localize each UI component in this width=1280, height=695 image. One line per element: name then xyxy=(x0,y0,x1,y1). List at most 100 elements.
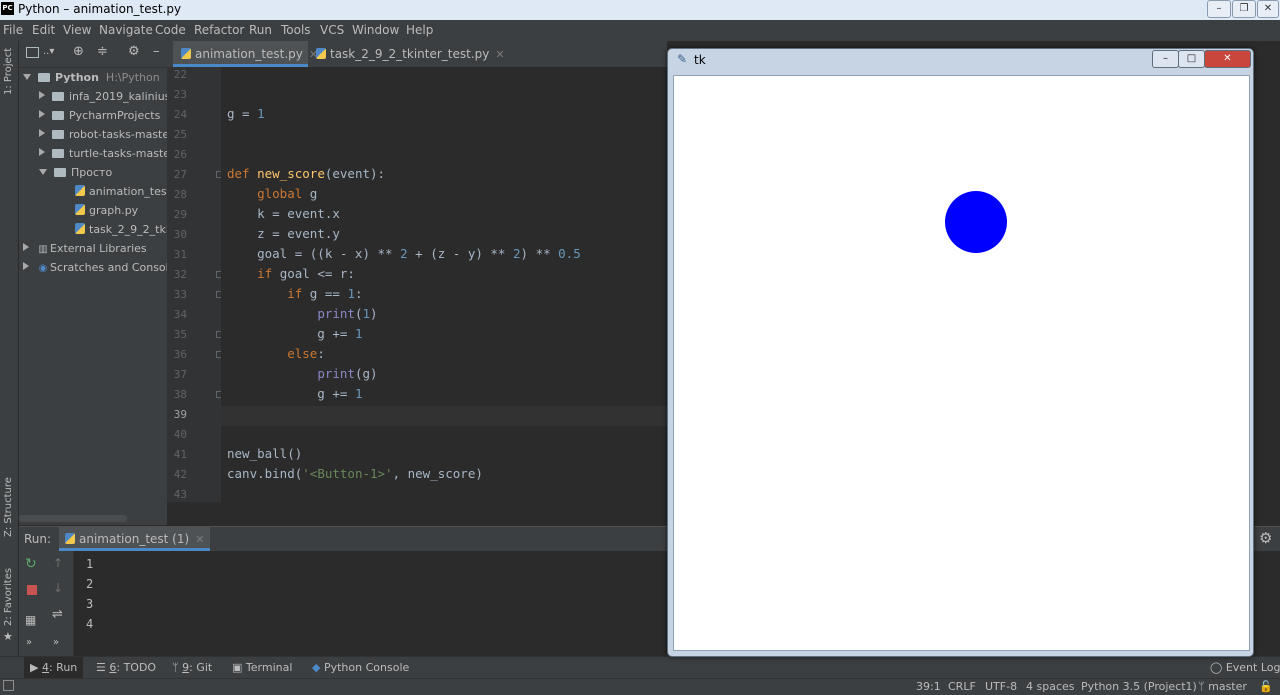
fold-marker-icon[interactable] xyxy=(216,271,221,278)
stop-icon[interactable] xyxy=(27,585,37,595)
editor-tab-bar: animation_test.py ✕ task_2_9_2_tkinter_te… xyxy=(167,41,667,68)
layout-toggle-icon[interactable] xyxy=(3,680,14,691)
up-arrow-icon[interactable]: ↑ xyxy=(53,556,63,570)
project-view-icon[interactable] xyxy=(26,47,39,58)
tree-item[interactable]: Просто xyxy=(39,163,112,182)
output-line: 4 xyxy=(86,617,94,631)
close-tab-icon[interactable]: ✕ xyxy=(195,533,204,546)
line-separator[interactable]: CRLF xyxy=(948,680,976,693)
output-line: 2 xyxy=(86,577,94,591)
code-line-29: k = event.x xyxy=(227,206,340,221)
menu-window[interactable]: Window xyxy=(352,23,399,37)
fold-marker-icon[interactable] xyxy=(216,291,221,298)
menu-edit[interactable]: Edit xyxy=(32,23,55,37)
code-lines[interactable]: g = 1 def new_score(event): global g k =… xyxy=(221,67,667,502)
tree-item[interactable]: infa_2019_kaliniusk xyxy=(39,87,167,106)
python-console-icon: ◆ xyxy=(312,661,321,674)
python-file-icon xyxy=(65,533,75,544)
soft-wrap-icon[interactable]: ⇌ xyxy=(52,607,63,622)
close-tab-icon[interactable]: ✕ xyxy=(495,48,504,61)
project-scrollbar[interactable] xyxy=(19,515,127,522)
project-toolbar: ..▾ ⊕ ≑ ⚙ – xyxy=(19,41,167,68)
event-log-icon: ◯ xyxy=(1210,661,1223,674)
menu-help[interactable]: Help xyxy=(406,23,433,37)
python-interpreter[interactable]: Python 3.5 (Project1) xyxy=(1081,680,1197,693)
tk-maximize-button[interactable]: □ xyxy=(1178,50,1205,68)
tab-task-tkinter[interactable]: task_2_9_2_tkinter_test.py ✕ xyxy=(314,41,505,67)
todo-tool-button[interactable]: ☰ 6: TODO xyxy=(96,661,156,674)
menu-file[interactable]: File xyxy=(3,23,23,37)
indent-setting[interactable]: 4 spaces xyxy=(1026,680,1075,693)
code-line-27: def new_score(event): xyxy=(227,166,386,181)
git-tool-button[interactable]: ᛘ 9: Git xyxy=(172,661,212,674)
gear-icon[interactable]: ⚙ xyxy=(128,44,140,59)
tree-root[interactable]: Python H:\Python xyxy=(23,68,160,87)
fold-marker-icon[interactable] xyxy=(216,171,221,178)
menu-run[interactable]: Run xyxy=(249,23,272,37)
tree-item[interactable]: ▥ External Libraries xyxy=(23,239,147,258)
list-icon: ☰ xyxy=(96,661,106,674)
tk-minimize-button[interactable]: – xyxy=(1152,50,1179,68)
code-line-32: if goal <= r: xyxy=(257,266,355,281)
file-encoding[interactable]: UTF-8 xyxy=(985,680,1017,693)
menu-code[interactable]: Code xyxy=(155,23,186,37)
tree-item[interactable]: ◉ Scratches and Console xyxy=(23,258,167,277)
lock-icon[interactable]: 🔓 xyxy=(1259,680,1273,693)
dropdown-icon[interactable]: ..▾ xyxy=(43,46,54,57)
hide-icon[interactable]: – xyxy=(153,44,160,59)
collapse-arrow-icon xyxy=(39,129,45,137)
close-button[interactable]: ✕ xyxy=(1257,0,1279,18)
menu-vcs[interactable]: VCS xyxy=(320,23,344,37)
menu-navigate[interactable]: Navigate xyxy=(99,23,153,37)
status-bar: 39:1 CRLF UTF-8 4 spaces Python 3.5 (Pro… xyxy=(0,678,1280,695)
tree-item[interactable]: robot-tasks-maste xyxy=(39,125,167,144)
tab-label: animation_test.py xyxy=(195,47,303,61)
run-tool-button[interactable]: ▶ 4: Run xyxy=(24,657,84,679)
python-file-icon xyxy=(181,48,191,59)
terminal-tool-button[interactable]: ▣ Terminal xyxy=(232,661,292,674)
run-console-output[interactable]: 1 2 3 4 xyxy=(74,551,667,656)
maximize-button[interactable]: ❐ xyxy=(1232,0,1256,18)
project-tool-button[interactable]: 1: Project xyxy=(3,48,14,95)
tree-item-label: task_2_9_2_tkin xyxy=(89,223,167,236)
git-branch[interactable]: ᛘ master xyxy=(1198,680,1247,693)
favorites-tool-button[interactable]: 2: Favorites xyxy=(3,568,14,626)
tree-item-file[interactable]: graph.py xyxy=(75,201,138,220)
tree-item-label: Просто xyxy=(71,166,113,179)
tree-item-file[interactable]: animation_test. xyxy=(75,182,167,201)
tree-item-file[interactable]: task_2_9_2_tkin xyxy=(75,220,167,239)
caret-position[interactable]: 39:1 xyxy=(916,680,941,693)
tree-item[interactable]: PycharmProjects xyxy=(39,106,160,125)
gear-icon[interactable]: ⚙ xyxy=(1259,529,1272,547)
fold-marker-icon[interactable] xyxy=(216,331,221,338)
structure-tool-button[interactable]: Z: Structure xyxy=(3,477,14,537)
tk-close-button[interactable]: ✕ xyxy=(1204,50,1251,68)
fold-marker-icon[interactable] xyxy=(216,391,221,398)
scratches-icon: ◉ xyxy=(38,263,48,274)
event-log-button[interactable]: ◯ Event Log xyxy=(1210,661,1280,674)
window-title-bar: PC Python – animation_test.py – ❐ ✕ xyxy=(0,0,1280,20)
more-icon[interactable]: » xyxy=(26,637,32,648)
blue-ball[interactable] xyxy=(945,191,1007,253)
tree-item-label: infa_2019_kaliniusk xyxy=(69,90,167,103)
tk-title-bar[interactable]: ✎ tk – □ ✕ xyxy=(668,49,1253,73)
locate-icon[interactable]: ⊕ xyxy=(73,44,84,59)
run-tab[interactable]: animation_test (1) ✕ xyxy=(59,527,211,551)
python-console-tool-button[interactable]: ◆ Python Console xyxy=(312,661,409,674)
code-line-34: print(1) xyxy=(317,306,378,321)
menu-refactor[interactable]: Refactor xyxy=(194,23,244,37)
minimize-button[interactable]: – xyxy=(1207,0,1231,18)
folder-icon xyxy=(54,168,66,177)
menu-view[interactable]: View xyxy=(63,23,91,37)
tab-animation-test[interactable]: animation_test.py ✕ xyxy=(173,41,318,67)
tk-canvas[interactable] xyxy=(673,75,1250,651)
menu-tools[interactable]: Tools xyxy=(281,23,311,37)
more-icon[interactable]: » xyxy=(53,637,59,648)
tree-root-path: H:\Python xyxy=(105,71,160,84)
down-arrow-icon[interactable]: ↓ xyxy=(53,581,63,595)
fold-marker-icon[interactable] xyxy=(216,351,221,358)
rerun-icon[interactable]: ↻ xyxy=(25,556,37,572)
layout-icon[interactable]: ▦ xyxy=(25,613,36,627)
tree-item[interactable]: turtle-tasks-master xyxy=(39,144,167,163)
collapse-all-icon[interactable]: ≑ xyxy=(97,44,108,59)
